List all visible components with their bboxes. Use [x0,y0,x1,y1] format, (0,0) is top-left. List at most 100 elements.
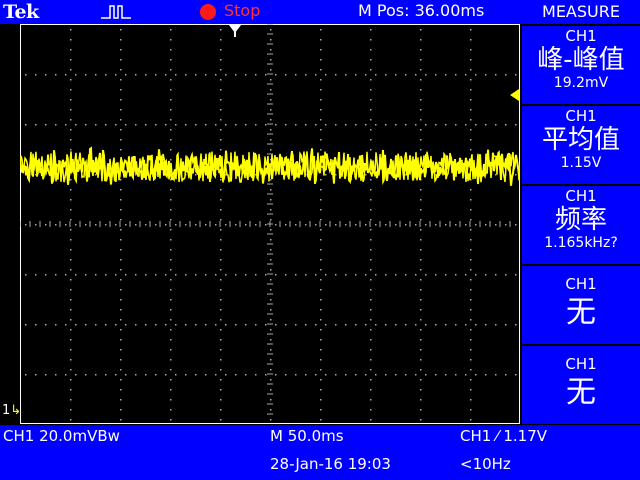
grid-dot [185,274,187,276]
grid-dot [70,119,72,121]
grid-dot [245,274,247,276]
grid-dot [370,49,372,51]
grid-dot [470,59,472,61]
grid-dot [420,389,422,391]
grid-dot [155,274,157,276]
grid-dot [370,79,372,81]
grid-dot [470,189,472,191]
grid-dot [365,224,367,226]
grid-dot [245,374,247,376]
grid-dot [335,224,337,226]
grid-dot [220,69,222,71]
grid-dot [370,259,372,261]
grid-dot [65,374,67,376]
grid-dot [35,124,37,126]
grid-dot [170,269,172,271]
trigger-readout[interactable]: CH1 ⁄ 1.17V [460,427,547,445]
grid-dot [295,374,297,376]
grid-dot [70,269,72,271]
measure-slot-3[interactable]: CH1 频率 1.165kHz? [522,186,640,264]
grid-dot [470,199,472,201]
grid-dot [220,199,222,201]
grid-dot [85,74,87,76]
measure-slot-2[interactable]: CH1 平均值 1.15V [522,106,640,184]
grid-dot [170,79,172,81]
grid-dot [120,319,122,321]
grid-dot [270,179,272,181]
grid-dot [120,349,122,351]
grid-dot [515,124,517,126]
grid-dot [220,179,222,181]
grid-dot [425,324,427,326]
ground-arrow-icon: ↳ [10,403,22,418]
grid-dot [255,74,257,76]
grid-dot [320,299,322,301]
grid-dot [225,224,227,226]
timebase-readout[interactable]: M 50.0ms [270,427,344,445]
grid-dot [320,119,322,121]
grid-dot [220,299,222,301]
grid-dot [405,124,407,126]
grid-dot [85,324,87,326]
measure-slot-4[interactable]: CH1 无 [522,266,640,344]
grid-dot [70,309,72,311]
grid-dot [320,279,322,281]
grid-dot [270,359,272,361]
grid-dot [205,124,207,126]
grid-dot [120,389,122,391]
grid-dot [270,69,272,71]
measure-slot-1[interactable]: CH1 峰-峰值 19.2mV [522,26,640,104]
grid-dot [95,374,97,376]
grid-dot [195,174,197,176]
grid-dot [155,124,157,126]
grid-dot [370,419,372,421]
grid-dot [220,209,222,211]
grid-dot [70,49,72,51]
grid-dot [170,89,172,91]
ch1-scale-readout[interactable]: CH1 20.0mVBw [3,427,120,445]
grid-dot [395,274,397,276]
grid-dot [120,259,122,261]
grid-dot [245,324,247,326]
grid-dot [25,224,27,226]
grid-dot [405,274,407,276]
grid-dot [270,309,272,311]
grid-dot [85,274,87,276]
grid-dot [70,149,72,151]
grid-dot [35,74,37,76]
grid-dot [320,239,322,241]
grid-dot [70,209,72,211]
grid-dot [370,89,372,91]
measure-channel: CH1 [565,275,597,293]
grid-dot [305,324,307,326]
grid-dot [420,149,422,151]
grid-dot [335,324,337,326]
grid-dot [395,374,397,376]
grid-dot [470,109,472,111]
grid-dot [70,319,72,321]
grid-dot [365,174,367,176]
measure-slot-5[interactable]: CH1 无 [522,346,640,424]
grid-dot [320,59,322,61]
grid-dot [125,124,127,126]
trigger-edge-icon [101,5,131,19]
grid-dot [370,69,372,71]
stop-indicator-icon [200,4,216,20]
grid-dot [345,374,347,376]
grid-dot [365,74,367,76]
grid-dot [225,324,227,326]
grid-dot [120,179,122,181]
grid-dot [265,74,267,76]
grid-dot [485,374,487,376]
grid-dot [275,224,277,226]
waveform-display[interactable] [20,24,520,424]
grid-dot [355,324,357,326]
grid-dot [315,324,317,326]
datetime-readout: 28-Jan-16 19:03 [270,455,391,473]
grid-dot [370,339,372,341]
grid-dot [470,139,472,141]
grid-dot [270,349,272,351]
grid-dot [120,309,122,311]
grid-dot [155,324,157,326]
grid-dot [235,224,237,226]
